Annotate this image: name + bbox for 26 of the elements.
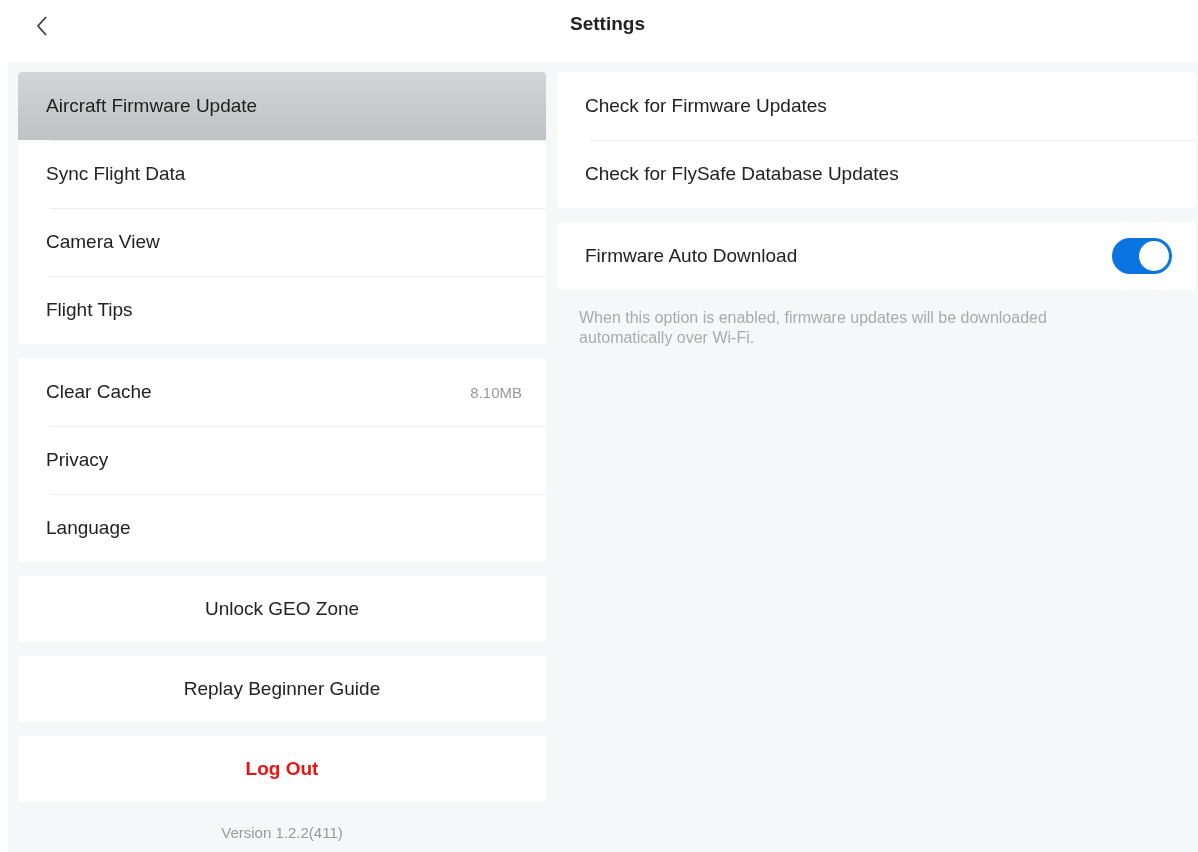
menu-label: Camera View [46, 231, 160, 253]
menu-item[interactable]: Camera View [18, 208, 546, 276]
menu-label: Sync Flight Data [46, 163, 186, 185]
menu-item[interactable]: Clear Cache 8.10MB [18, 358, 546, 426]
menu-item[interactable]: Language [18, 494, 546, 562]
menu-item[interactable]: Sync Flight Data [18, 140, 546, 208]
update-item[interactable]: Check for Firmware Updates [557, 72, 1196, 140]
back-icon[interactable] [35, 15, 49, 37]
version-text: Version 1.2.2(411) [220, 824, 344, 841]
action-button[interactable]: Unlock GEO Zone [18, 576, 546, 642]
toggle-switch[interactable] [1112, 238, 1172, 274]
menu-label: Flight Tips [46, 299, 133, 321]
toggle-label: Firmware Auto Download [585, 245, 798, 267]
menu-item[interactable]: Aircraft Firmware Update [18, 72, 546, 140]
page-title: Settings [570, 13, 645, 35]
menu-label: Privacy [46, 449, 109, 471]
menu-label: Language [46, 517, 131, 539]
menu-label: Aircraft Firmware Update [46, 95, 258, 117]
logout-button[interactable]: Log Out [18, 736, 546, 802]
menu-item[interactable]: Flight Tips [18, 276, 546, 344]
action-button[interactable]: Replay Beginner Guide [18, 656, 546, 722]
menu-item[interactable]: Privacy [18, 426, 546, 494]
update-item[interactable]: Check for FlySafe Database Updates [557, 140, 1196, 208]
menu-label: Clear Cache [46, 381, 152, 403]
cache-size: 8.10MB [470, 383, 522, 401]
description-text: When this option is enabled, firmware updates will be downloaded automatically over Wi-Fi. [579, 308, 1048, 348]
